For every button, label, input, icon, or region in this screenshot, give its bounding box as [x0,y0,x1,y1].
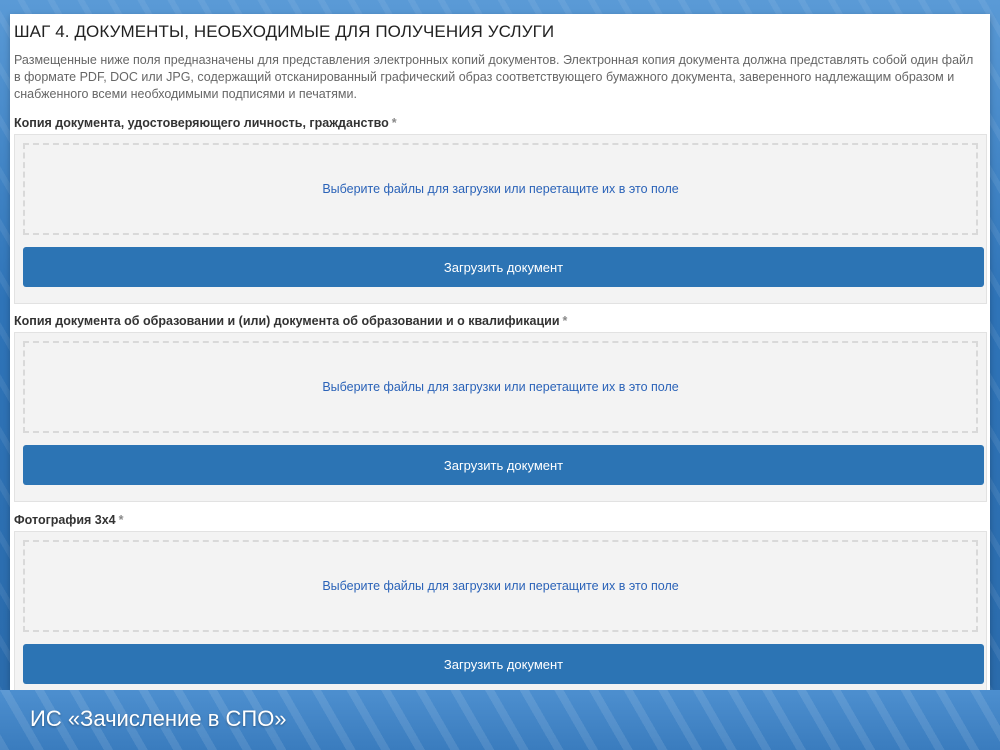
dropzone-photo[interactable]: Выберите файлы для загрузки или перетащи… [23,540,978,632]
upload-button-photo[interactable]: Загрузить документ [23,644,984,684]
field-label-education: Копия документа об образовании и (или) д… [14,314,567,328]
required-mark: * [562,314,568,328]
dropzone-identity[interactable]: Выберите файлы для загрузки или перетащи… [23,143,978,235]
field-label-photo: Фотография 3х4 * [14,513,124,527]
upload-field-identity: Выберите файлы для загрузки или перетащи… [14,134,987,304]
upload-field-education: Выберите файлы для загрузки или перетащи… [14,332,987,502]
field-label-text: Копия документа, удостоверяющего личност… [14,116,389,130]
upload-button-identity[interactable]: Загрузить документ [23,247,984,287]
slide-caption: ИС «Зачисление в СПО» [30,706,287,731]
field-label-text: Фотография 3х4 [14,513,116,527]
page-title: ШАГ 4. ДОКУМЕНТЫ, НЕОБХОДИМЫЕ ДЛЯ ПОЛУЧЕ… [14,22,555,41]
intro-text: Размещенные ниже поля предназначены для … [14,53,974,101]
upload-field-photo: Выберите файлы для загрузки или перетащи… [14,531,987,690]
dropzone-text[interactable]: Выберите файлы для загрузки или перетащи… [322,380,678,394]
upload-button-education[interactable]: Загрузить документ [23,445,984,485]
required-mark: * [118,513,124,527]
field-label-text: Копия документа об образовании и (или) д… [14,314,560,328]
dropzone-education[interactable]: Выберите файлы для загрузки или перетащи… [23,341,978,433]
dropzone-text[interactable]: Выберите файлы для загрузки или перетащи… [322,579,678,593]
screenshot-panel: ШАГ 4. ДОКУМЕНТЫ, НЕОБХОДИМЫЕ ДЛЯ ПОЛУЧЕ… [10,14,990,690]
dropzone-text[interactable]: Выберите файлы для загрузки или перетащи… [322,182,678,196]
field-label-identity: Копия документа, удостоверяющего личност… [14,116,397,130]
required-mark: * [391,116,397,130]
